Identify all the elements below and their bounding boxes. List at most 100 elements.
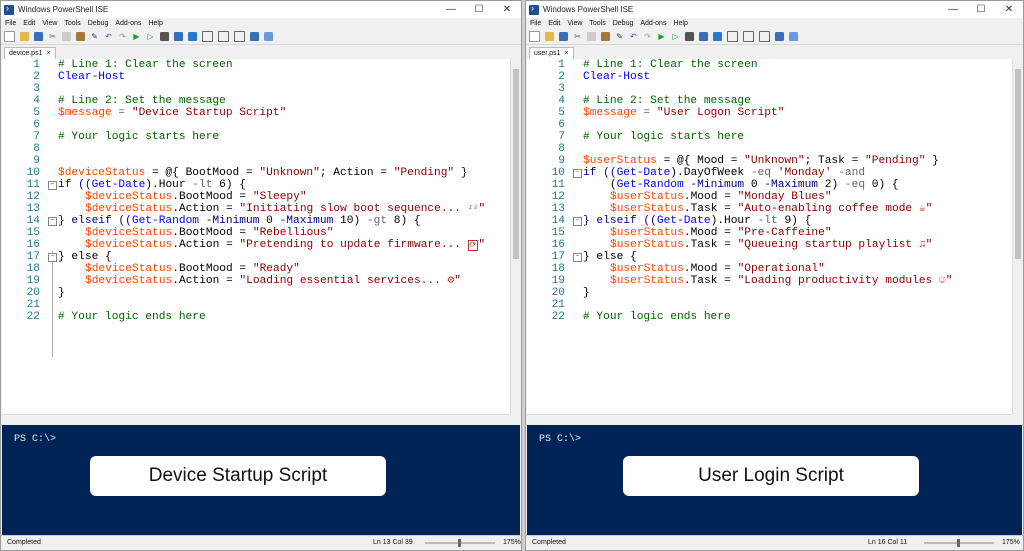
remote-icon[interactable]: [699, 32, 708, 41]
line-number: 20: [551, 287, 565, 299]
save-icon[interactable]: [34, 32, 43, 41]
script-tabs: user.ps1 ×: [526, 45, 1023, 60]
menu-debug[interactable]: Debug: [613, 20, 634, 27]
redo-icon[interactable]: ↷: [118, 32, 127, 41]
run-icon[interactable]: ▶: [657, 32, 666, 41]
close-button[interactable]: ✕: [995, 4, 1023, 15]
console-pane[interactable]: PS C:\> User Login Script: [527, 425, 1022, 537]
cut-icon[interactable]: ✂: [573, 32, 582, 41]
minimize-button[interactable]: —: [437, 4, 465, 15]
stop-icon[interactable]: [685, 32, 694, 41]
layout-max-icon[interactable]: [234, 31, 245, 42]
code-line: $deviceStatus = @{ BootMood = "Unknown";…: [58, 167, 468, 179]
run-selection-icon[interactable]: ▷: [146, 32, 155, 41]
new-file-icon[interactable]: [4, 31, 15, 42]
new-file-icon[interactable]: [529, 31, 540, 42]
console-icon[interactable]: [713, 32, 722, 41]
editor-horizontal-scrollbar[interactable]: [527, 414, 1012, 425]
menu-debug[interactable]: Debug: [88, 20, 109, 27]
show-commands-icon[interactable]: [775, 32, 784, 41]
menu-addons[interactable]: Add-ons: [640, 20, 666, 27]
maximize-button[interactable]: ☐: [967, 4, 995, 15]
menu-view[interactable]: View: [567, 20, 582, 27]
clear-icon[interactable]: ✎: [615, 32, 624, 41]
script-editor[interactable]: 1 # Line 1: Clear the screen 2 Clear-Host …: [2, 59, 510, 414]
console-pane[interactable]: PS C:\> Device Startup Script: [2, 425, 520, 537]
editor-horizontal-scrollbar[interactable]: [2, 414, 510, 425]
tab-close-icon[interactable]: ×: [46, 50, 50, 57]
tab-close-icon[interactable]: ×: [564, 50, 568, 57]
code-line: if ((Get-Date).Hour -lt 6) {: [58, 179, 247, 191]
code-line: # Line 2: Set the message: [583, 95, 751, 107]
run-selection-icon[interactable]: ▷: [671, 32, 680, 41]
cursor-position: Ln 16 Col 11: [868, 539, 908, 546]
line-number: 11: [26, 179, 40, 191]
status-bar: Completed Ln 16 Col 11 175%: [526, 535, 1023, 550]
zoom-thumb[interactable]: [458, 539, 461, 547]
open-folder-icon[interactable]: [20, 32, 29, 41]
open-folder-icon[interactable]: [545, 32, 554, 41]
paste-icon[interactable]: [601, 32, 610, 41]
clear-icon[interactable]: ✎: [90, 32, 99, 41]
menu-file[interactable]: File: [530, 20, 541, 27]
layout-max-icon[interactable]: [759, 31, 770, 42]
line-number: 7: [558, 131, 565, 143]
menu-tools[interactable]: Tools: [589, 20, 605, 27]
editor-vertical-scrollbar[interactable]: [1012, 59, 1023, 414]
line-number: 14: [551, 215, 565, 227]
copy-icon[interactable]: [587, 32, 596, 41]
cut-icon[interactable]: ✂: [48, 32, 57, 41]
copy-icon[interactable]: [62, 32, 71, 41]
fold-toggle[interactable]: −: [48, 181, 57, 190]
fold-toggle[interactable]: −: [48, 217, 57, 226]
layout-top-icon[interactable]: [202, 31, 213, 42]
fold-toggle[interactable]: −: [48, 253, 57, 262]
powershell-icon: [529, 3, 539, 15]
window-title: Windows PowerShell ISE: [18, 5, 109, 14]
run-icon[interactable]: ▶: [132, 32, 141, 41]
menu-help[interactable]: Help: [148, 20, 162, 27]
code-line: # Line 2: Set the message: [58, 95, 226, 107]
console-icon[interactable]: [188, 32, 197, 41]
scroll-thumb[interactable]: [1015, 69, 1021, 259]
menu-edit[interactable]: Edit: [23, 20, 35, 27]
line-number: 5: [558, 107, 565, 119]
line-number: 21: [26, 299, 40, 311]
line-number: 22: [26, 311, 40, 323]
code-line: # Your logic ends here: [583, 311, 731, 323]
menu-file[interactable]: File: [5, 20, 16, 27]
fold-toggle[interactable]: −: [573, 169, 582, 178]
menu-view[interactable]: View: [42, 20, 57, 27]
layout-top-icon[interactable]: [727, 31, 738, 42]
stop-icon[interactable]: [160, 32, 169, 41]
code-line: $userStatus.Task = "Queueing startup pla…: [610, 239, 933, 251]
scroll-thumb[interactable]: [513, 69, 519, 259]
menu-edit[interactable]: Edit: [548, 20, 560, 27]
show-commands-icon[interactable]: [250, 32, 259, 41]
layout-right-icon[interactable]: [218, 31, 229, 42]
save-icon[interactable]: [559, 32, 568, 41]
close-button[interactable]: ✕: [493, 4, 521, 15]
menu-addons[interactable]: Add-ons: [115, 20, 141, 27]
menu-help[interactable]: Help: [673, 20, 687, 27]
zoom-slider[interactable]: [425, 539, 495, 547]
editor-vertical-scrollbar[interactable]: [510, 59, 521, 414]
addon-icon[interactable]: [789, 32, 798, 41]
layout-right-icon[interactable]: [743, 31, 754, 42]
undo-icon[interactable]: ↶: [104, 32, 113, 41]
script-editor[interactable]: 1 # Line 1: Clear the screen 2 Clear-Host …: [527, 59, 1012, 414]
line-number: 21: [551, 299, 565, 311]
zoom-slider[interactable]: [924, 539, 994, 547]
redo-icon[interactable]: ↷: [643, 32, 652, 41]
maximize-button[interactable]: ☐: [465, 4, 493, 15]
menu-tools[interactable]: Tools: [64, 20, 80, 27]
line-number: 8: [558, 143, 565, 155]
zoom-thumb[interactable]: [957, 539, 960, 547]
addon-icon[interactable]: [264, 32, 273, 41]
minimize-button[interactable]: —: [939, 4, 967, 15]
undo-icon[interactable]: ↶: [629, 32, 638, 41]
remote-icon[interactable]: [174, 32, 183, 41]
fold-toggle[interactable]: −: [573, 217, 582, 226]
paste-icon[interactable]: [76, 32, 85, 41]
fold-toggle[interactable]: −: [573, 253, 582, 262]
